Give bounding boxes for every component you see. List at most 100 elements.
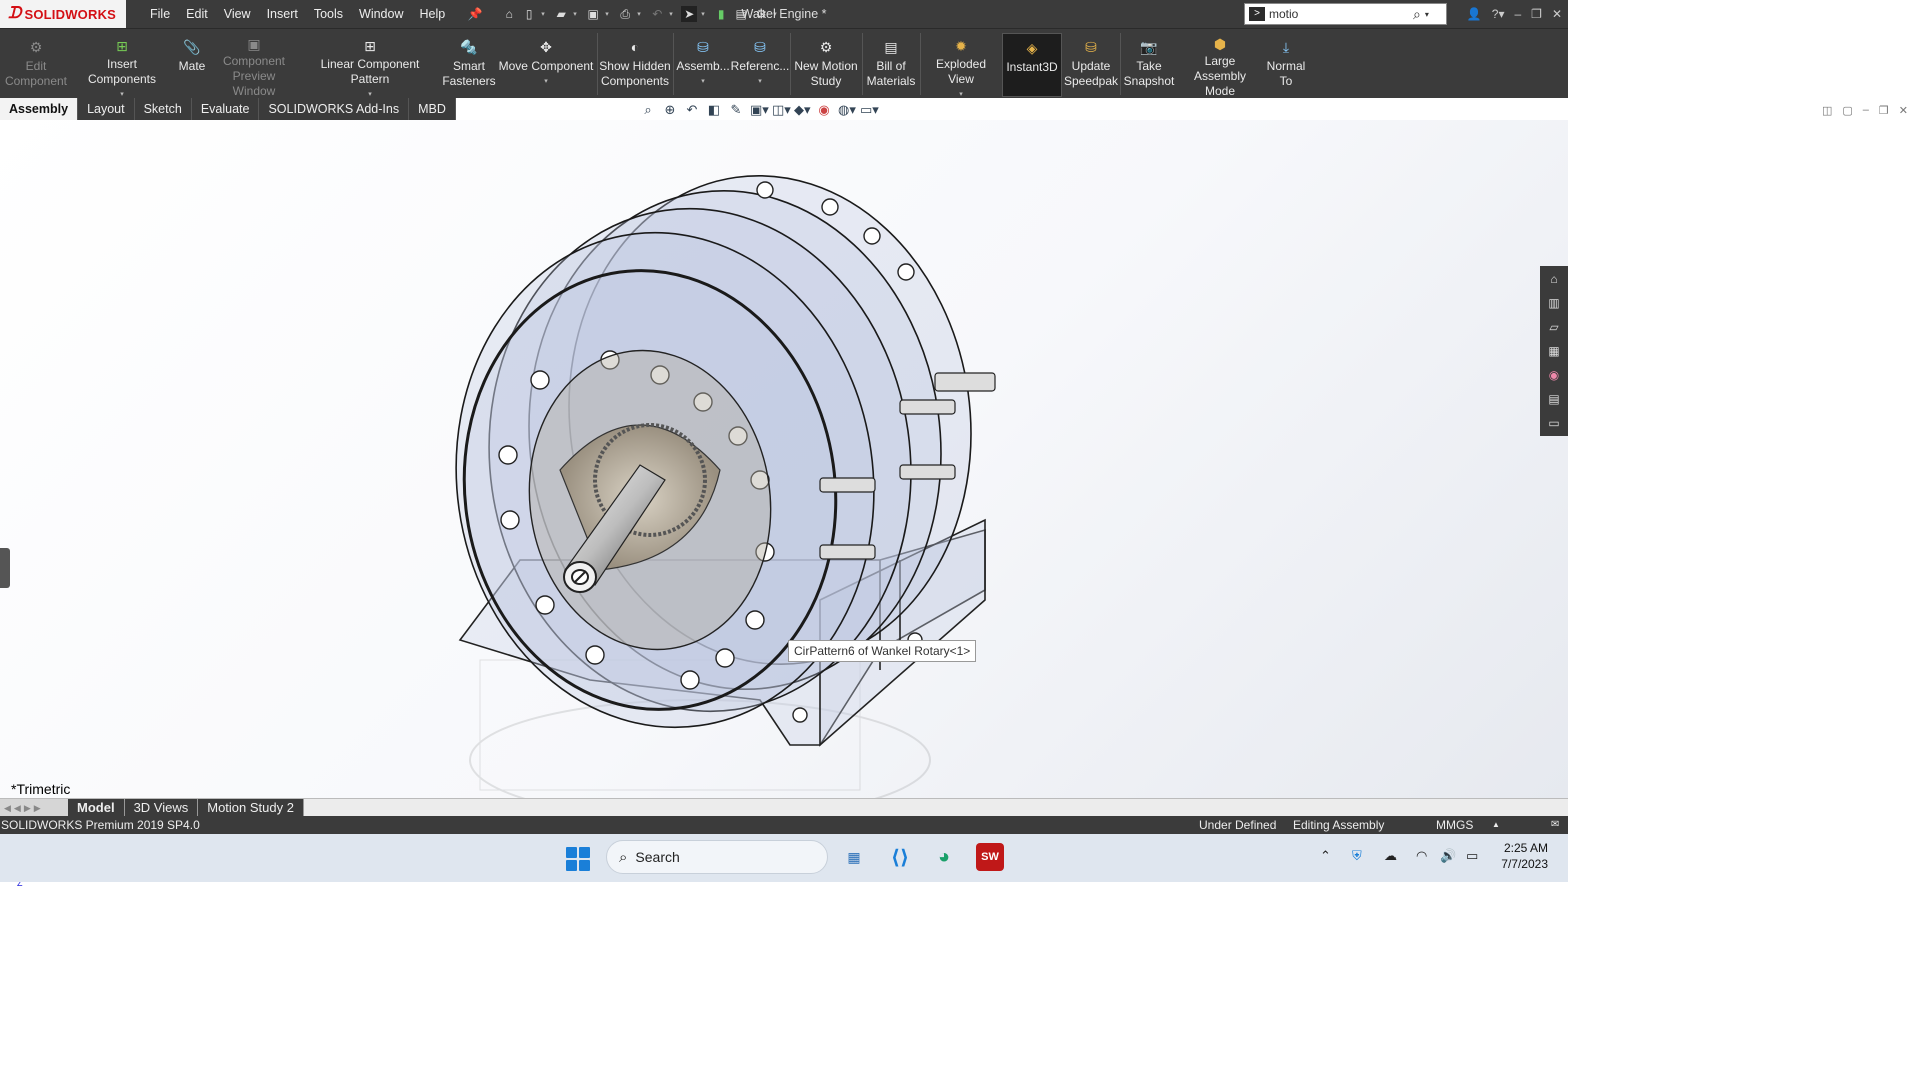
smart-fasteners-button[interactable]: 🔩 Smart Fasteners: [440, 29, 498, 99]
solidworks-logo[interactable]: ᗪ SOLIDWORKS: [0, 0, 126, 28]
battery-icon[interactable]: ▭: [1466, 848, 1478, 864]
wifi-icon[interactable]: ◠: [1416, 848, 1427, 864]
chevron-down-icon[interactable]: ▾: [573, 10, 581, 18]
help-icon[interactable]: ?▾: [1492, 0, 1505, 28]
component-preview-window-button[interactable]: ▣ Component Preview Window: [210, 29, 298, 99]
design-library-icon[interactable]: ▥: [1545, 294, 1563, 313]
forum-icon[interactable]: ▭: [1545, 414, 1563, 433]
vscode-taskbar-icon[interactable]: ⟨⟩: [886, 843, 914, 871]
edge-taskbar-icon[interactable]: ◕: [930, 843, 958, 871]
zoom-to-fit-icon[interactable]: ⌕: [640, 102, 656, 118]
chevron-down-icon[interactable]: ▾: [1425, 10, 1429, 19]
tile-view-icon[interactable]: ▢: [1842, 104, 1852, 117]
restore-icon[interactable]: ❐: [1879, 104, 1889, 117]
edit-appearance-icon[interactable]: ◉: [816, 102, 832, 118]
insert-components-button[interactable]: ⊞ Insert Components ▾: [72, 29, 172, 99]
dynamic-annotation-icon[interactable]: ✎: [728, 102, 744, 118]
home-icon[interactable]: ⌂: [1545, 270, 1563, 289]
section-view-icon[interactable]: ◧: [706, 102, 722, 118]
chevron-down-icon[interactable]: ▾: [669, 10, 677, 18]
zoom-to-area-icon[interactable]: ⊕: [662, 102, 678, 118]
select-icon[interactable]: ➤: [681, 6, 698, 22]
undo-icon[interactable]: ↶: [649, 6, 665, 22]
chevron-down-icon[interactable]: ▾: [701, 78, 705, 86]
display-style-icon[interactable]: ◫▾: [772, 102, 791, 118]
close-icon[interactable]: ✕: [1552, 0, 1562, 28]
tab-mbd[interactable]: MBD: [409, 98, 456, 120]
chevron-down-icon[interactable]: ▾: [758, 78, 762, 86]
feature-manager-collapse-handle[interactable]: [0, 548, 10, 588]
appearances-icon[interactable]: ◉: [1545, 366, 1563, 385]
notification-icon[interactable]: ✉: [1551, 816, 1559, 834]
wankel-engine-model[interactable]: [0, 120, 1568, 798]
reference-geometry-button[interactable]: ⛁ Referenc... ▾: [731, 29, 790, 99]
file-properties-icon[interactable]: ▤: [733, 6, 749, 22]
chevron-down-icon[interactable]: ▾: [637, 10, 645, 18]
move-component-button[interactable]: ✥ Move Component ▾: [498, 29, 594, 99]
menu-edit[interactable]: Edit: [178, 0, 216, 28]
restore-icon[interactable]: ❐: [1531, 0, 1542, 28]
view-settings-icon[interactable]: ▭▾: [860, 102, 879, 118]
large-assembly-mode-button[interactable]: ⬢ Large Assembly Mode: [1178, 29, 1262, 99]
solidworks-taskbar-icon[interactable]: SW: [976, 843, 1004, 871]
chevron-up-icon[interactable]: ⌃: [1320, 848, 1331, 864]
tab-scroll-arrows[interactable]: ◀◀▶▶: [0, 798, 68, 817]
open-icon[interactable]: ▰: [553, 6, 569, 22]
file-explorer-icon[interactable]: ▱: [1545, 318, 1563, 337]
menu-window[interactable]: Window: [351, 0, 411, 28]
bill-of-materials-button[interactable]: ▤ Bill of Materials: [864, 29, 918, 99]
menu-file[interactable]: File: [142, 0, 178, 28]
security-icon[interactable]: ⛨: [1352, 848, 1362, 864]
tab-solidworks-add-ins[interactable]: SOLIDWORKS Add-Ins: [259, 98, 410, 120]
tab-assembly[interactable]: Assembly: [0, 98, 79, 120]
exploded-view-button[interactable]: ✹ Exploded View ▾: [922, 29, 1000, 99]
view-palette-icon[interactable]: ▦: [1545, 342, 1563, 361]
print-icon[interactable]: ⎙: [617, 6, 633, 22]
split-view-icon[interactable]: ◫: [1822, 104, 1832, 117]
custom-properties-icon[interactable]: ▤: [1545, 390, 1563, 409]
chevron-down-icon[interactable]: ▾: [605, 10, 613, 18]
mate-button[interactable]: 📎 Mate: [174, 29, 210, 99]
view-orientation-icon[interactable]: ▣▾: [750, 102, 769, 118]
rebuild-icon[interactable]: ▮: [713, 6, 729, 22]
tab-sketch[interactable]: Sketch: [135, 98, 192, 120]
hide-show-items-icon[interactable]: ◆▾: [794, 102, 811, 118]
gear-icon[interactable]: ⚙: [753, 6, 769, 22]
unit-system[interactable]: MMGS: [1436, 816, 1473, 834]
assembly-features-button[interactable]: ⛁ Assemb... ▾: [676, 29, 730, 99]
taskbar-search[interactable]: ⌕ Search: [606, 840, 828, 874]
tab-evaluate[interactable]: Evaluate: [192, 98, 260, 120]
apply-scene-icon[interactable]: ◍▾: [838, 102, 856, 118]
chevron-down-icon[interactable]: ▾: [544, 78, 548, 86]
minimize-icon[interactable]: –: [1514, 0, 1521, 28]
search-icon[interactable]: ⌕: [1413, 6, 1421, 23]
chevron-down-icon[interactable]: ▾: [701, 10, 709, 18]
pin-icon[interactable]: 📌: [467, 6, 483, 22]
new-document-icon[interactable]: ▯: [521, 6, 537, 22]
search-input[interactable]: [1269, 7, 1409, 21]
menu-insert[interactable]: Insert: [259, 0, 306, 28]
take-snapshot-button[interactable]: 📷 Take Snapshot: [1122, 29, 1176, 99]
show-hidden-components-button[interactable]: ◐ Show Hidden Components: [599, 29, 671, 99]
previous-view-icon[interactable]: ↶: [684, 102, 700, 118]
cloud-icon[interactable]: ☁: [1384, 848, 1397, 864]
graphics-area[interactable]: ⌂ ▥ ▱ ▦ ◉ ▤ ▭ CirPattern6 of Wankel Rota…: [0, 120, 1568, 888]
tab-3d-views[interactable]: 3D Views: [124, 798, 199, 817]
tab-layout[interactable]: Layout: [78, 98, 135, 120]
chevron-down-icon[interactable]: ▾: [541, 10, 549, 18]
file-explorer-taskbar-icon[interactable]: ▦: [840, 843, 868, 871]
user-icon[interactable]: 👤: [1467, 0, 1482, 28]
home-icon[interactable]: ⌂: [501, 6, 517, 22]
system-clock[interactable]: 2:25 AM 7/7/2023: [1496, 840, 1548, 872]
linear-component-pattern-button[interactable]: ⊞ Linear Component Pattern ▾: [300, 29, 440, 99]
save-icon[interactable]: ▣: [585, 6, 601, 22]
chevron-up-icon[interactable]: ▲: [1492, 816, 1500, 834]
volume-icon[interactable]: 🔊: [1440, 848, 1456, 864]
edit-component-button[interactable]: ⚙ Edit Component: [4, 29, 68, 99]
close-icon[interactable]: ✕: [1899, 104, 1908, 117]
minimize-icon[interactable]: –: [1863, 104, 1869, 117]
update-speedpak-button[interactable]: ⛁ Update Speedpak: [1064, 29, 1118, 99]
tab-model[interactable]: Model: [68, 798, 125, 817]
chevron-down-icon[interactable]: ▾: [773, 10, 781, 18]
instant3d-button[interactable]: ◈ Instant3D: [1002, 33, 1062, 97]
